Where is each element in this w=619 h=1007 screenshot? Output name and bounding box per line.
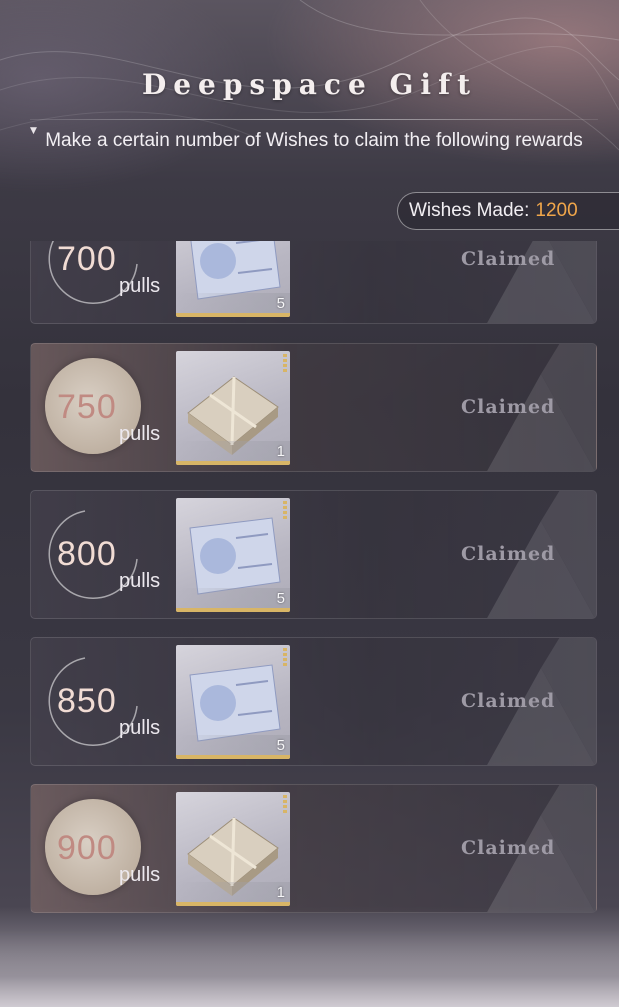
item-quantity: 5 bbox=[276, 590, 285, 607]
rarity-bar bbox=[176, 313, 290, 317]
rarity-bar bbox=[176, 755, 290, 759]
pulls-threshold: 850 bbox=[57, 682, 117, 720]
item-quantity: 1 bbox=[276, 884, 285, 901]
pulls-label: pulls bbox=[119, 864, 161, 886]
rarity-bar bbox=[176, 902, 290, 906]
reward-row: 800 pulls 5 Claimed bbox=[30, 490, 597, 619]
reward-row: 750 pulls 1 Claimed bbox=[30, 343, 597, 472]
wishes-made-value: 1200 bbox=[535, 200, 578, 221]
rarity-dots bbox=[283, 648, 287, 668]
pulls-label: pulls bbox=[119, 423, 161, 445]
rarity-bar bbox=[176, 608, 290, 612]
reward-item[interactable]: 5 bbox=[176, 498, 290, 612]
item-quantity: 1 bbox=[276, 443, 285, 460]
pulls-label: pulls bbox=[119, 717, 161, 739]
page-title: Deepspace Gift bbox=[141, 68, 478, 101]
pulls-label: pulls bbox=[119, 275, 161, 297]
reward-row: 900 pulls 1 Claimed bbox=[30, 784, 597, 913]
reward-item[interactable]: 5 bbox=[176, 241, 290, 317]
title-divider bbox=[30, 119, 598, 120]
rarity-bar bbox=[176, 461, 290, 465]
claimed-status: Claimed bbox=[461, 396, 556, 418]
item-quantity: 5 bbox=[276, 295, 285, 312]
wishes-made-counter: Wishes Made: 1200 bbox=[397, 192, 619, 230]
claimed-status: Claimed bbox=[461, 837, 556, 859]
item-quantity: 5 bbox=[276, 737, 285, 754]
caret-down-icon: ▼ bbox=[30, 126, 37, 136]
subtitle: Make a certain number of Wishes to claim… bbox=[45, 130, 583, 151]
reward-item[interactable]: 5 bbox=[176, 645, 290, 759]
pulls-threshold: 750 bbox=[57, 388, 117, 426]
rarity-dots bbox=[283, 795, 287, 815]
rarity-dots bbox=[283, 501, 287, 521]
pulls-threshold: 700 bbox=[57, 241, 117, 278]
wishes-made-label: Wishes Made: bbox=[409, 200, 530, 221]
reward-row: 700 pulls 5 Claimed bbox=[30, 241, 597, 324]
claimed-status: Claimed bbox=[461, 543, 556, 565]
reward-list[interactable]: 700 pulls 5 Claimed 750 pulls 1 Claimed … bbox=[0, 241, 619, 941]
bottom-fade bbox=[0, 930, 619, 1007]
reward-item[interactable]: 1 bbox=[176, 792, 290, 906]
pulls-threshold: 800 bbox=[57, 535, 117, 573]
pulls-threshold: 900 bbox=[57, 829, 117, 867]
pulls-label: pulls bbox=[119, 570, 161, 592]
claimed-status: Claimed bbox=[461, 690, 556, 712]
claimed-status: Claimed bbox=[461, 248, 556, 270]
reward-item[interactable]: 1 bbox=[176, 351, 290, 465]
rarity-dots bbox=[283, 354, 287, 374]
reward-row: 850 pulls 5 Claimed bbox=[30, 637, 597, 766]
